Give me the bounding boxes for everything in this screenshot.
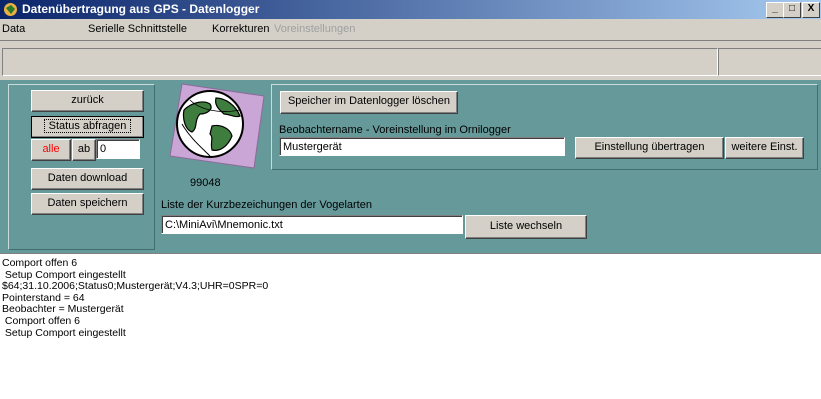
menu-serial-port[interactable]: Serielle Schnittstelle: [88, 23, 187, 35]
globe-icon: [169, 83, 265, 169]
status-strip: [0, 40, 821, 79]
log-line: Pointerstand = 64: [2, 291, 85, 304]
menu-data[interactable]: Data: [2, 23, 25, 35]
log-line: $64;31.10.2006;Status0;Mustergerät;V4.3;…: [2, 280, 269, 293]
log-line: Beobachter = Mustergerät: [2, 303, 124, 316]
species-list-caption: Liste der Kurzbezeichungen der Vogelarte…: [161, 199, 372, 211]
from-index-input[interactable]: 0: [96, 139, 140, 159]
all-button[interactable]: alle: [31, 139, 71, 161]
minimize-button[interactable]: _: [766, 2, 784, 18]
download-data-button[interactable]: Daten download: [31, 168, 144, 190]
maximize-button[interactable]: □: [783, 2, 801, 18]
species-list-path-input[interactable]: C:\MiniAvi\Mnemonic.txt: [161, 215, 463, 234]
main-panel: zurück Status abfragen alle ab 0 Daten d…: [0, 80, 821, 253]
status-panel-side: [718, 48, 821, 76]
status-query-button[interactable]: Status abfragen: [31, 116, 144, 138]
window-title: Datenübertragung aus GPS - Datenlogger: [22, 2, 260, 16]
menu-bar: Data Serielle Schnittstelle Korrekturen …: [0, 19, 821, 40]
log-line: Comport offen 6: [2, 257, 78, 269]
menu-corrections[interactable]: Korrekturen: [212, 23, 269, 35]
transfer-settings-button[interactable]: Einstellung übertragen: [575, 137, 724, 159]
title-bar[interactable]: Datenübertragung aus GPS - Datenlogger _…: [0, 0, 821, 19]
log-line: Setup Comport eingestellt: [2, 326, 126, 339]
app-icon: [4, 3, 17, 16]
status-query-label: Status abfragen: [43, 119, 132, 133]
clear-logger-memory-button[interactable]: Speicher im Datenlogger löschen: [280, 91, 458, 114]
status-panel-main: [2, 48, 718, 76]
logger-id-label: 99048: [190, 177, 221, 189]
log-line: Comport offen 6: [2, 314, 81, 327]
close-button[interactable]: X: [802, 2, 820, 18]
from-button[interactable]: ab: [72, 139, 96, 161]
back-button[interactable]: zurück: [31, 90, 144, 112]
change-list-button[interactable]: Liste wechseln: [465, 215, 587, 239]
log-output[interactable]: Comport offen 6 Setup Comport eingestell…: [0, 253, 821, 399]
observer-name-input[interactable]: Mustergerät: [279, 137, 565, 156]
menu-preferences[interactable]: Voreinstellungen: [274, 23, 355, 35]
more-settings-button[interactable]: weitere Einst.: [725, 137, 804, 159]
save-data-button[interactable]: Daten speichern: [31, 193, 144, 215]
observer-caption: Beobachtername - Voreinstellung im Ornil…: [279, 124, 511, 136]
